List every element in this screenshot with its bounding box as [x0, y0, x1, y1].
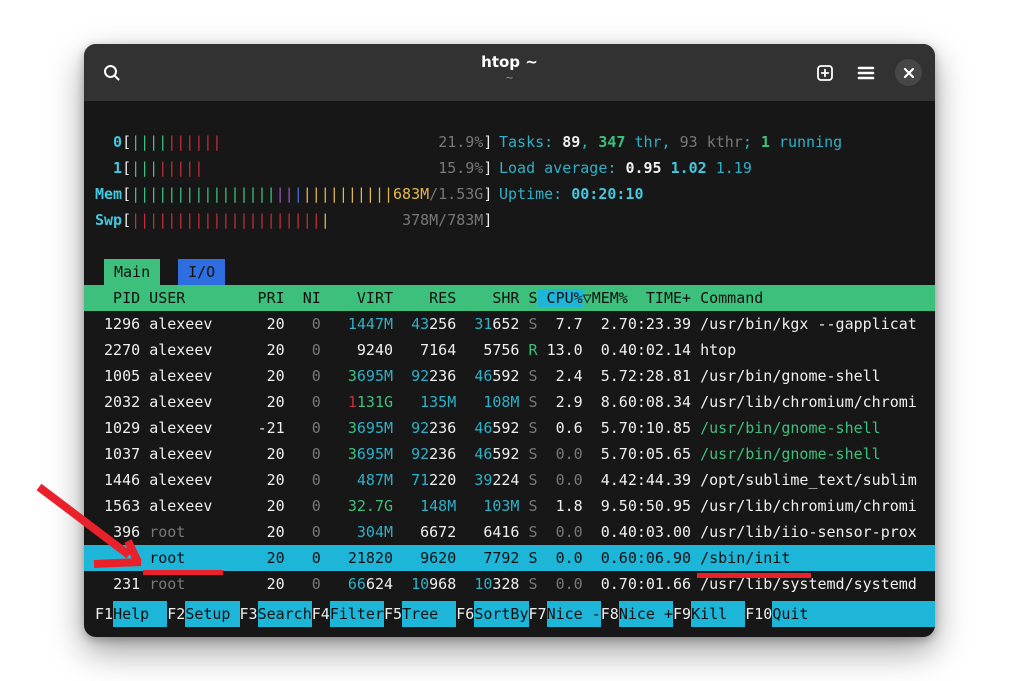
terminal: 0[|||||||||| 21.9%] 1[|||||||| 15.9%]Mem…	[84, 101, 935, 637]
close-button[interactable]	[895, 59, 922, 86]
meter-mem: Mem[|||||||||||||||||||||||||||||683M/1.…	[84, 181, 492, 207]
table-header[interactable]: PID USER PRI NI VIRT RES SHR S CPU%▽MEM%…	[84, 285, 935, 311]
meter-0: 0[|||||||||| 21.9%]	[84, 129, 492, 155]
fnkey-filter[interactable]: F4Filter	[312, 601, 384, 627]
window-subtitle: ~	[84, 73, 935, 85]
process-row-1446[interactable]: 1446 alexeev 20 0 487M 71220 39224 S 0.0…	[84, 467, 935, 493]
menu-icon	[857, 65, 875, 81]
fnkey-quit[interactable]: F10Quit	[745, 601, 935, 627]
meter-swp: Swp[|||||||||||||||||||||| 378M/783M]	[84, 207, 492, 233]
process-row-1563[interactable]: 1563 alexeev 20 0 32.7G 148M 103M S 1.8 …	[84, 493, 935, 519]
process-row-231[interactable]: 231 root 20 0 66624 10968 10328 S 0.0 0.…	[84, 571, 935, 597]
process-row-1037[interactable]: 1037 alexeev 20 0 3695M 92236 46592 S 0.…	[84, 441, 935, 467]
process-row-1296[interactable]: 1296 alexeev 20 0 1447M 43256 31652 S 7.…	[84, 311, 935, 337]
screen-tabs: Main I/O	[84, 259, 935, 285]
process-table: 1296 alexeev 20 0 1447M 43256 31652 S 7.…	[84, 311, 935, 597]
titlebar: htop ~ ~	[84, 44, 935, 101]
window-title: htop ~	[84, 53, 935, 71]
fnkey-nice-[interactable]: F7Nice -	[529, 601, 601, 627]
info-line-1: Load average: 0.95 1.02 1.19	[492, 155, 935, 181]
fnkey-kill[interactable]: F9Kill	[673, 601, 745, 627]
menu-button[interactable]	[854, 61, 878, 85]
process-row-1005[interactable]: 1005 alexeev 20 0 3695M 92236 46592 S 2.…	[84, 363, 935, 389]
close-icon	[903, 67, 915, 79]
fnkey-search[interactable]: F3Search	[240, 601, 312, 627]
process-row-1029[interactable]: 1029 alexeev -21 0 3695M 92236 46592 S 0…	[84, 415, 935, 441]
process-row-396[interactable]: 396 root 20 0 304M 6672 6416 S 0.0 0.40:…	[84, 519, 935, 545]
title-block: htop ~ ~	[84, 53, 935, 85]
meter-1: 1[|||||||| 15.9%]	[84, 155, 492, 181]
window-controls	[813, 59, 922, 86]
system-info: Tasks: 89, 347 thr, 93 kthr; 1 runningLo…	[492, 129, 935, 233]
tab-main[interactable]: Main	[104, 259, 160, 285]
sort-column-cpu[interactable]: CPU%	[538, 289, 583, 307]
fnkey-setup[interactable]: F2Setup	[167, 601, 239, 627]
blank-line	[84, 233, 935, 259]
search-button[interactable]	[100, 61, 124, 85]
fnkey-tree[interactable]: F5Tree	[384, 601, 456, 627]
info-line-2: Uptime: 00:20:10	[492, 181, 935, 207]
fnkey-sortby[interactable]: F6SortBy	[456, 601, 528, 627]
process-row-2032[interactable]: 2032 alexeev 20 0 1131G 135M 108M S 2.9 …	[84, 389, 935, 415]
fnkey-nice-[interactable]: F8Nice +	[601, 601, 673, 627]
fnkey-help[interactable]: F1Help	[95, 601, 167, 627]
process-row-1[interactable]: 1 root 20 0 21820 9620 7792 S 0.0 0.60:0…	[84, 545, 935, 571]
search-icon	[102, 63, 122, 83]
htop-header-area: 0[|||||||||| 21.9%] 1[|||||||| 15.9%]Mem…	[84, 129, 935, 233]
new-tab-button[interactable]	[813, 61, 837, 85]
process-row-2270[interactable]: 2270 alexeev 20 0 9240 7164 5756 R 13.0 …	[84, 337, 935, 363]
new-tab-icon	[815, 63, 835, 83]
tab-i-o[interactable]: I/O	[178, 259, 225, 285]
console-window: htop ~ ~	[84, 44, 935, 637]
function-key-bar: F1Help F2Setup F3SearchF4FilterF5Tree F6…	[84, 601, 935, 627]
info-line-0: Tasks: 89, 347 thr, 93 kthr; 1 running	[492, 129, 935, 155]
meters: 0[|||||||||| 21.9%] 1[|||||||| 15.9%]Mem…	[84, 129, 492, 233]
